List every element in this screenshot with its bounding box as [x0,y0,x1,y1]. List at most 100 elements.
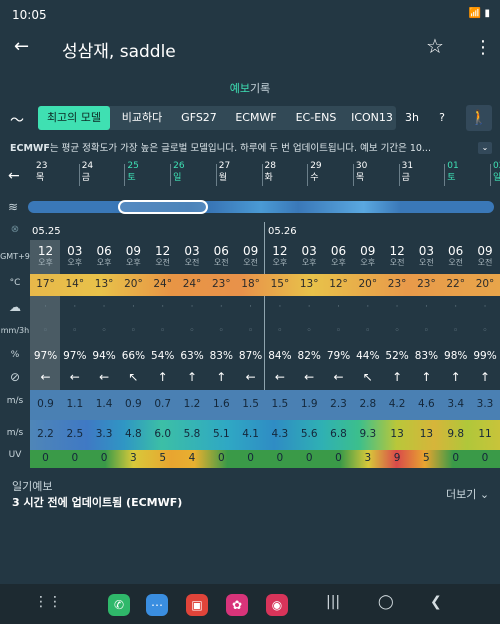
camera-app-icon[interactable]: ◉ [266,594,288,616]
day-number: 31 [401,161,414,171]
messages-app-icon[interactable]: ⋯ [146,594,168,616]
wind-direction-arrow-icon: ↑ [186,370,198,384]
wind-icon: ≋ [8,200,19,214]
interval-toggle[interactable]: 3h [400,106,424,130]
hour-ampm: 오전 [389,258,405,267]
uv-value: 0 [305,452,313,464]
wind-direction-arrow-icon: ↑ [421,370,432,384]
timezone-label: GMT+9 [0,252,30,261]
tab-ecmwf[interactable]: ECMWF [228,106,284,130]
recent-apps-icon[interactable]: ||| [326,594,340,610]
temperature-value: 20° [358,278,378,290]
day-31[interactable]: 31 금 [398,160,432,186]
app-drawer-icon[interactable]: ⋮⋮ [34,594,62,610]
temperature-value: 23° [417,278,436,290]
uv-value: 0 [247,452,254,464]
wind-direction-arrow-icon: ← [99,370,110,384]
hour-number: 12 [155,244,171,258]
wind-direction-arrow-icon: ← [304,370,315,384]
temperature-value: 23° [211,278,231,290]
timeline-slider[interactable] [28,201,494,213]
more-options-icon[interactable]: ⋮ [474,37,492,58]
day-strip: 23 목 24 금 25 토 26 일 27 월 28 화 29 수 30 목 31 금 01 토 02 일 [0,160,500,196]
chart-toggle-icon[interactable]: 〜 [10,110,24,130]
day-30[interactable]: 30 목 [352,160,386,186]
compass-icon: ⊘ [9,370,21,384]
back-arrow-icon[interactable]: ← [14,36,29,57]
hour-ampm: 오전 [184,258,200,267]
hour-cell: 03 오전 [412,244,441,268]
humidity-value: 84% [268,350,292,362]
hour-number: 06 [213,244,229,258]
day-28[interactable]: 28 화 [261,160,295,186]
gust-speed-value: 2.2 [37,428,54,440]
day-separator [307,164,309,186]
day-25[interactable]: 25 토 [124,160,157,186]
forecast-history-switch[interactable]: 예보기록 [0,80,500,96]
hour-number: 09 [360,244,376,258]
forecast-link[interactable]: 예보 [230,82,250,95]
hour-cell: 09 오전 [236,244,265,268]
favorite-star-icon[interactable]: ☆ [426,34,444,58]
rain-drop-icon: ◦ [42,326,49,336]
hiking-icon[interactable]: 🚶 [466,105,492,131]
hour-ampm: 오후 [38,258,53,267]
gallery-app-icon[interactable]: ✿ [226,594,248,616]
hour-number: 06 [448,244,464,258]
tab-best-model[interactable]: 최고의 모델 [38,106,110,130]
history-link[interactable]: 기록 [250,82,270,95]
app-bar: ← 성삼재, saddle ☆ ⋮ [0,28,500,72]
wind-speed-value: 1.5 [242,398,259,410]
hour-number: 03 [184,244,200,258]
phone-app-icon[interactable]: ✆ [108,594,130,616]
uv-value: 9 [393,452,401,464]
humidity-value: 98% [444,350,468,362]
hour-number: 12 [37,244,54,258]
tab-icon13[interactable]: ICON13 [348,106,396,130]
hour-number: 03 [418,244,435,258]
nav-back-icon[interactable]: ❮ [430,594,442,610]
show-more-button[interactable]: 더보기 ⌄ [446,486,489,502]
day-separator [490,164,491,186]
humidity-value: 44% [356,350,380,362]
model-description: ECMWF는 평균 정확도가 가장 높은 글로벌 모델입니다. 하루에 두 번 … [10,140,480,154]
hour-number: 09 [242,244,259,258]
rain-drop-icon: ◦ [247,326,254,336]
wind-direction-arrow-icon: ← [245,370,256,384]
day-26[interactable]: 26 일 [170,160,203,186]
rain-drop-icon: ◦ [218,326,224,336]
hour-cell: 12 오후 [31,244,60,268]
help-button[interactable]: ? [430,106,454,130]
day-separator [398,164,400,186]
day-number: 28 [264,161,276,171]
temperature-value: 20° [475,278,495,290]
humidity-value: 54% [151,350,175,362]
day-29[interactable]: 29 수 [307,160,340,186]
flipboard-app-icon[interactable]: ▣ [186,594,208,616]
rain-drop-icon: ◦ [72,326,78,336]
day-separator [78,164,80,186]
tab-compare[interactable]: 비교하다 [114,106,170,130]
temperature-value: 13° [299,278,319,290]
expand-description-icon[interactable]: ⌄ [478,142,492,154]
rain-drop-icon: ◦ [453,326,459,336]
tab-gfs27[interactable]: GFS27 [174,106,224,130]
day-27[interactable]: 27 월 [215,160,249,186]
timeline-window-handle[interactable] [118,200,208,214]
day-number: 29 [310,161,322,171]
wind-speed-value: 0.7 [154,398,172,410]
wind-speed-value: 2.8 [359,398,377,410]
wind-speed-value: 0.9 [125,398,142,410]
day-02[interactable]: 02 일 [490,160,500,186]
day-24[interactable]: 24 금 [78,160,112,186]
hour-ampm: 오전 [155,258,171,267]
tab-ec-ens[interactable]: EC-ENS [288,106,344,130]
close-icon[interactable]: ⊗ [0,224,30,235]
day-23[interactable]: 23 목 [36,160,66,184]
day-weekday: 화 [264,173,273,183]
cloud-cover-icon: · [102,302,106,312]
cloud-cover-icon: · [219,302,223,312]
hour-cell: 09 오후 [119,244,148,268]
home-icon[interactable]: ◯ [378,594,394,610]
day-01[interactable]: 01 토 [444,160,477,186]
